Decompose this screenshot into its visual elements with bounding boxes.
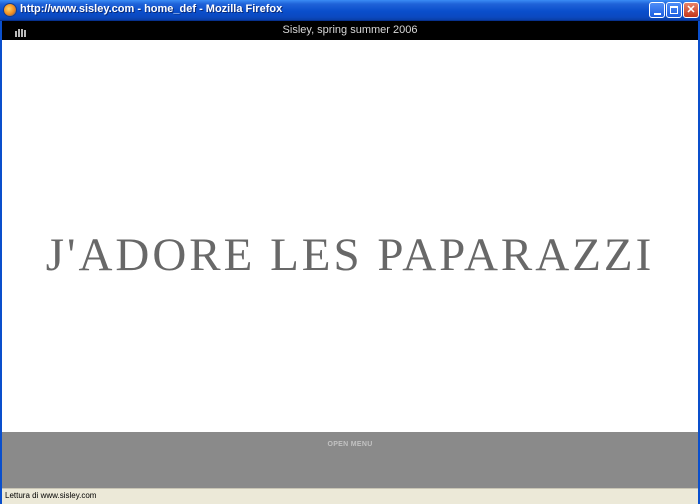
window-title: http://www.sisley.com - home_def - Mozil…	[20, 3, 283, 15]
firefox-icon	[3, 3, 17, 17]
status-text: Lettura di www.sisley.com	[5, 491, 97, 500]
maximize-button[interactable]	[666, 2, 682, 18]
campaign-headline: J'ADORE LES PAPARAZZI	[45, 229, 655, 281]
open-menu-button[interactable]: OPEN MENU	[2, 441, 698, 448]
collection-title: Sisley, spring summer 2006	[282, 24, 418, 36]
close-button[interactable]: ✕	[683, 2, 699, 18]
close-icon: ✕	[686, 3, 696, 16]
window-title-bar[interactable]: http://www.sisley.com - home_def - Mozil…	[0, 0, 700, 21]
maximize-icon	[670, 6, 678, 14]
status-bar: Lettura di www.sisley.com	[2, 488, 698, 504]
site-header: Sisley, spring summer 2006	[2, 21, 698, 40]
minimize-button[interactable]	[649, 2, 665, 18]
minimize-icon	[653, 12, 661, 15]
main-content: J'ADORE LES PAPARAZZI	[2, 40, 698, 432]
menu-bar: OPEN MENU	[2, 432, 698, 488]
